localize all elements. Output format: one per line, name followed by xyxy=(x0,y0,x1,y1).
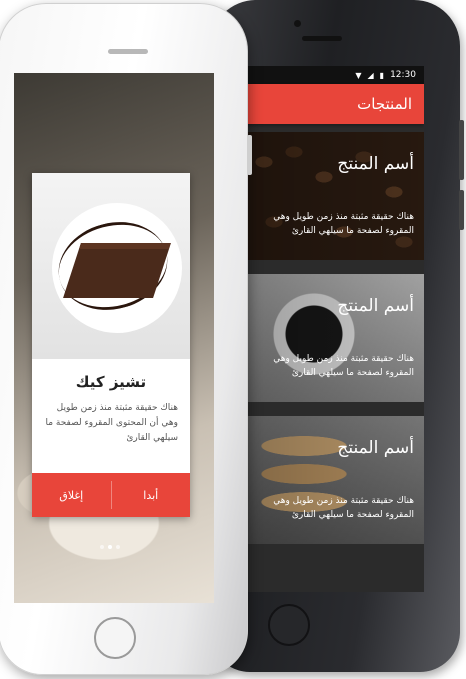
page-indicator xyxy=(100,545,120,549)
product-card[interactable]: أسم المنتج هناك حقيقة مثبتة منذ زمن طويل… xyxy=(244,132,424,260)
product-description: هناك حقيقة مثبتة منذ زمن طويل وهي المقرو… xyxy=(273,212,414,236)
product-card[interactable]: أسم المنتج هناك حقيقة مثبتة منذ زمن طويل… xyxy=(244,274,424,402)
earpiece-speaker xyxy=(302,36,342,41)
status-bar: ▼ ◢ ▮ 12:30 xyxy=(238,66,424,84)
product-dialog: تشيز كيك هناك حقيقة مثبتة منذ زمن طويل و… xyxy=(32,173,190,517)
product-description: هناك حقيقة مثبتة منذ زمن طويل وهي المقرو… xyxy=(273,496,414,520)
home-button[interactable] xyxy=(268,604,310,646)
wifi-icon: ▼ xyxy=(355,70,362,80)
phone-white: تشيز كيك هناك حقيقة مثبتة منذ زمن طويل و… xyxy=(0,3,252,675)
signal-icon: ◢ xyxy=(367,70,374,80)
phone-white-button xyxy=(247,135,252,175)
phone-dark-button xyxy=(459,120,464,180)
divider xyxy=(110,481,112,509)
front-camera xyxy=(294,20,301,27)
product-name: أسم المنتج xyxy=(337,438,414,458)
product-name: أسم المنتج xyxy=(337,296,414,316)
phone-dark-button xyxy=(459,190,464,230)
dialog-actions: أبدا إغلاق xyxy=(32,473,190,517)
app-bar: المنتجات xyxy=(238,84,424,124)
cake-image xyxy=(32,173,190,359)
start-button[interactable]: أبدا xyxy=(112,473,191,517)
product-list: أسم المنتج هناك حقيقة مثبتة منذ زمن طويل… xyxy=(244,132,424,558)
dialog-screen: تشيز كيك هناك حقيقة مثبتة منذ زمن طويل و… xyxy=(14,73,214,603)
product-card[interactable]: أسم المنتج هناك حقيقة مثبتة منذ زمن طويل… xyxy=(244,416,424,544)
products-screen: ▼ ◢ ▮ 12:30 المنتجات أسم المنتج هناك حقي… xyxy=(238,66,424,592)
page-dot xyxy=(100,545,104,549)
page-dot-active xyxy=(108,545,112,549)
battery-icon: ▮ xyxy=(379,70,385,80)
page-dot xyxy=(116,545,120,549)
app-bar-title: المنتجات xyxy=(357,95,412,113)
home-button[interactable] xyxy=(94,617,136,659)
status-time: 12:30 xyxy=(390,70,416,80)
dialog-title: تشيز كيك xyxy=(75,373,147,391)
product-name: أسم المنتج xyxy=(337,154,414,174)
close-button[interactable]: إغلاق xyxy=(32,473,111,517)
earpiece-speaker xyxy=(108,49,148,54)
product-description: هناك حقيقة مثبتة منذ زمن طويل وهي المقرو… xyxy=(273,354,414,378)
dialog-text: هناك حقيقة مثبتة منذ زمن طويل وهي أن الم… xyxy=(45,403,178,443)
